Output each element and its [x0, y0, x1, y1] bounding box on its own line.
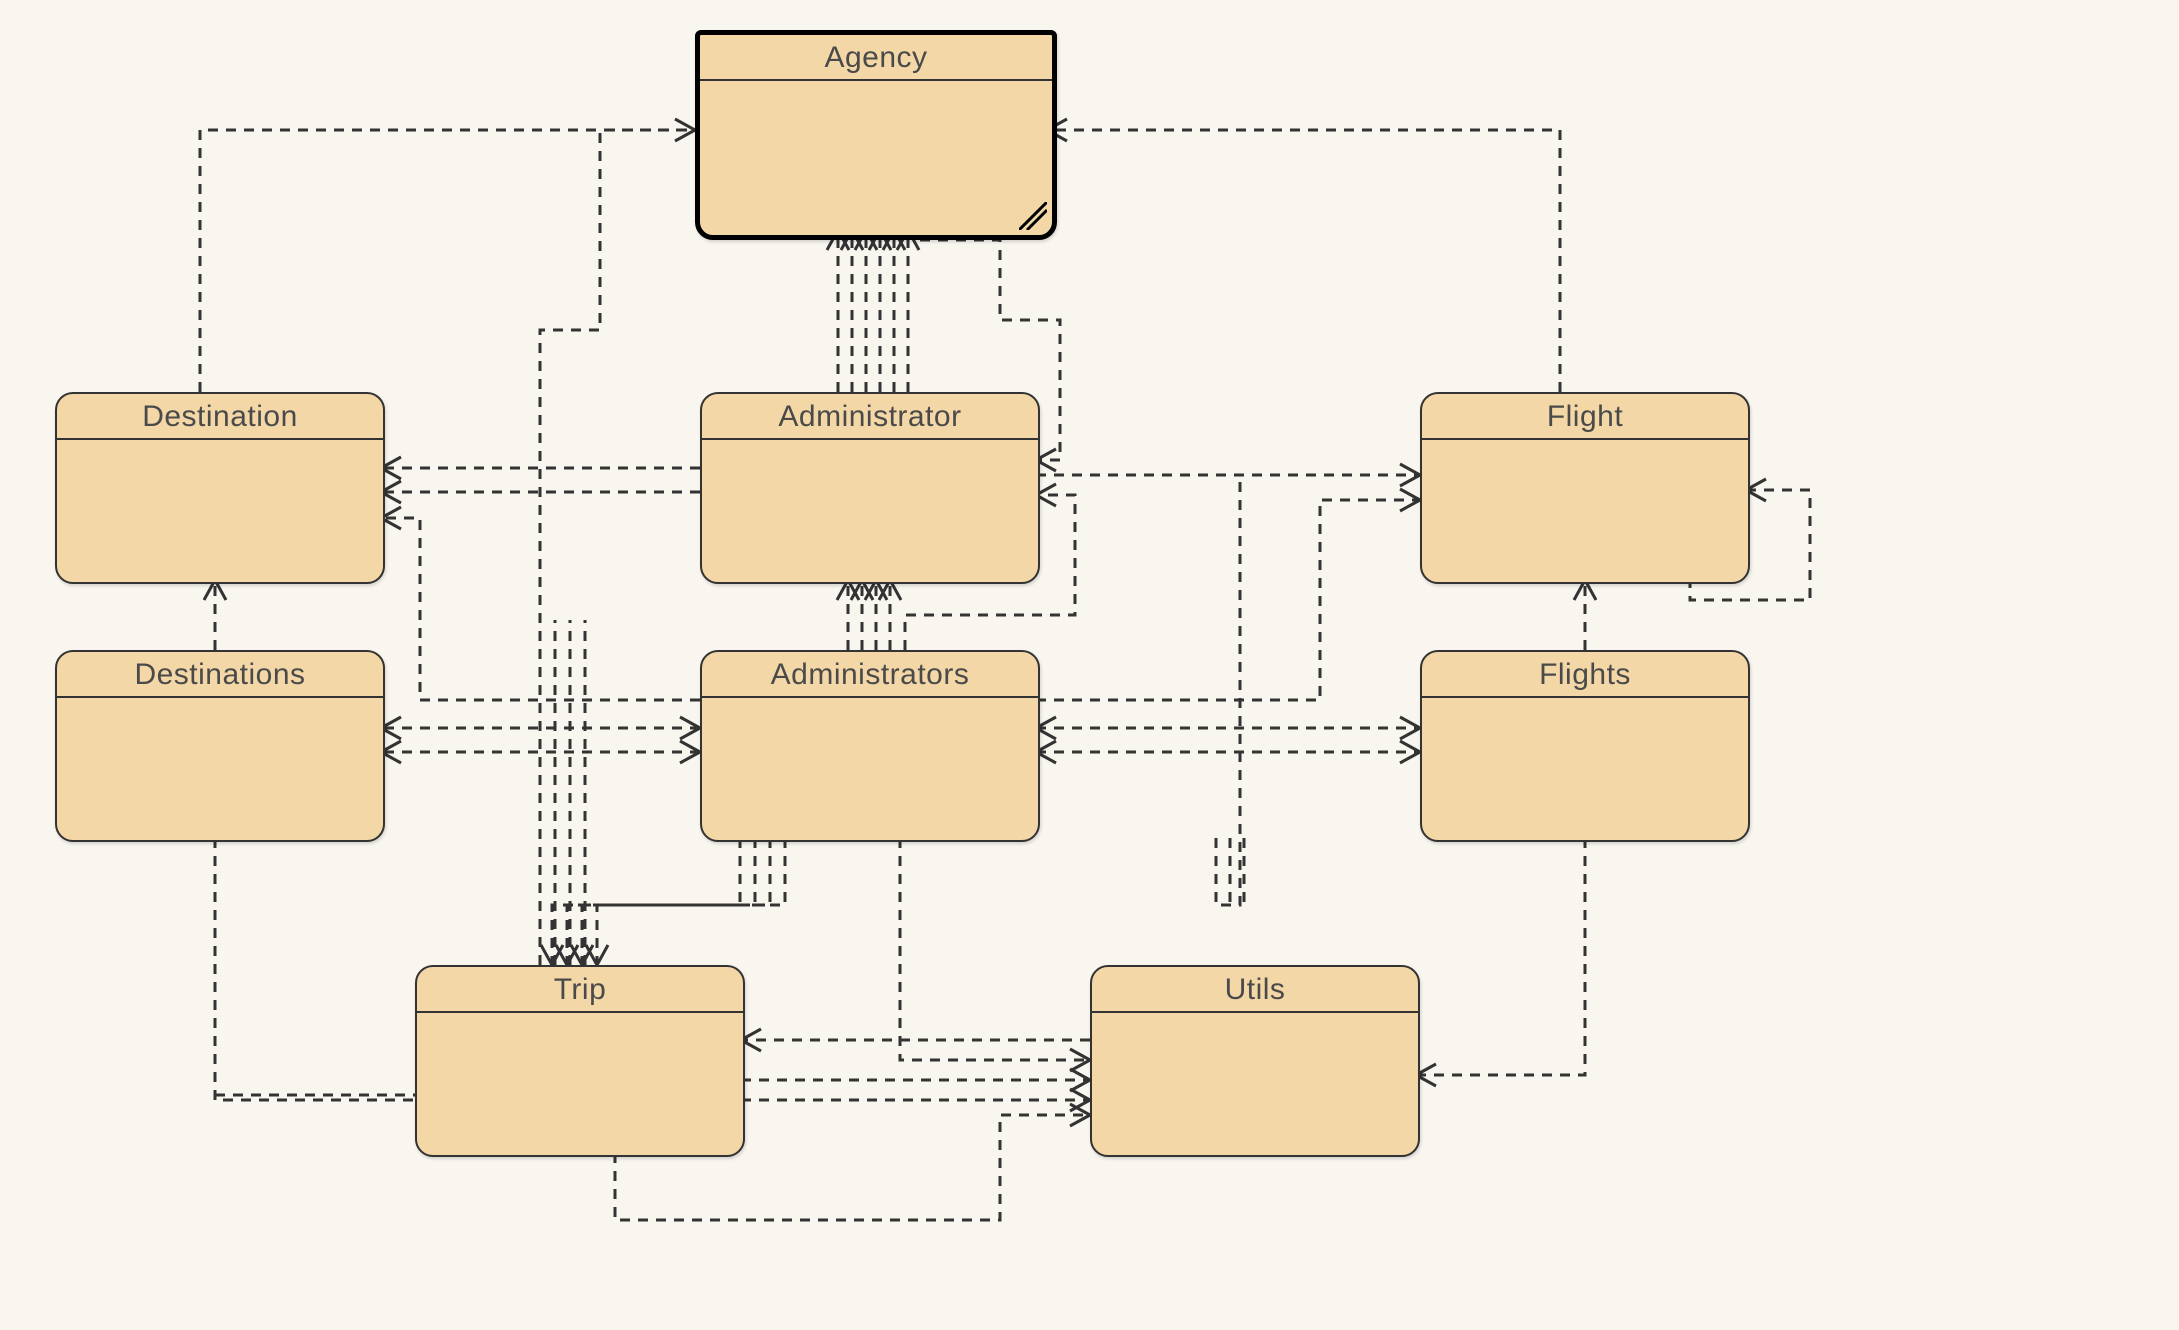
node-utils-label: Utils: [1092, 967, 1418, 1013]
node-destinations-label: Destinations: [57, 652, 383, 698]
edge-flight-agency: [1047, 119, 1560, 392]
node-administrators[interactable]: Administrators: [700, 650, 1040, 842]
edge-administrators-destination: [381, 507, 700, 700]
edge-administrator-flight: [1036, 464, 1420, 486]
node-administrator[interactable]: Administrator: [700, 392, 1040, 584]
edge-administrator-destination: [381, 457, 700, 503]
edge-administrators-utils: [900, 838, 1090, 1071]
node-flights[interactable]: Flights: [1420, 650, 1750, 842]
edge-flights-flight: [1574, 580, 1596, 650]
edge-destinations-destination: [204, 580, 226, 650]
node-agency[interactable]: Agency: [695, 30, 1057, 240]
node-flights-label: Flights: [1422, 652, 1748, 698]
node-flight[interactable]: Flight: [1420, 392, 1750, 584]
edge-administrators-flights: [1036, 717, 1420, 763]
node-flight-label: Flight: [1422, 394, 1748, 440]
edge-flights-utils: [1416, 838, 1585, 1086]
edge-administrators-destinations: [381, 717, 700, 763]
node-destinations[interactable]: Destinations: [55, 650, 385, 842]
node-destination[interactable]: Destination: [55, 392, 385, 584]
diagram-canvas: Agency Destination Administrator Flight …: [0, 0, 2179, 1330]
node-utils[interactable]: Utils: [1090, 965, 1420, 1157]
edge-destination-agency: [200, 119, 695, 392]
edge-administrators-flight: [1036, 489, 1420, 700]
node-administrators-label: Administrators: [702, 652, 1038, 698]
node-agency-label: Agency: [700, 35, 1052, 81]
edge-administrators-trip: [541, 838, 785, 965]
node-trip-label: Trip: [417, 967, 743, 1013]
node-destination-label: Destination: [57, 394, 383, 440]
edge-destinations-utils: [215, 838, 415, 1100]
fold-corner-icon: [1019, 202, 1047, 230]
edge-trip-utils: [741, 1029, 1090, 1111]
node-trip[interactable]: Trip: [415, 965, 745, 1157]
node-administrator-label: Administrator: [702, 394, 1038, 440]
